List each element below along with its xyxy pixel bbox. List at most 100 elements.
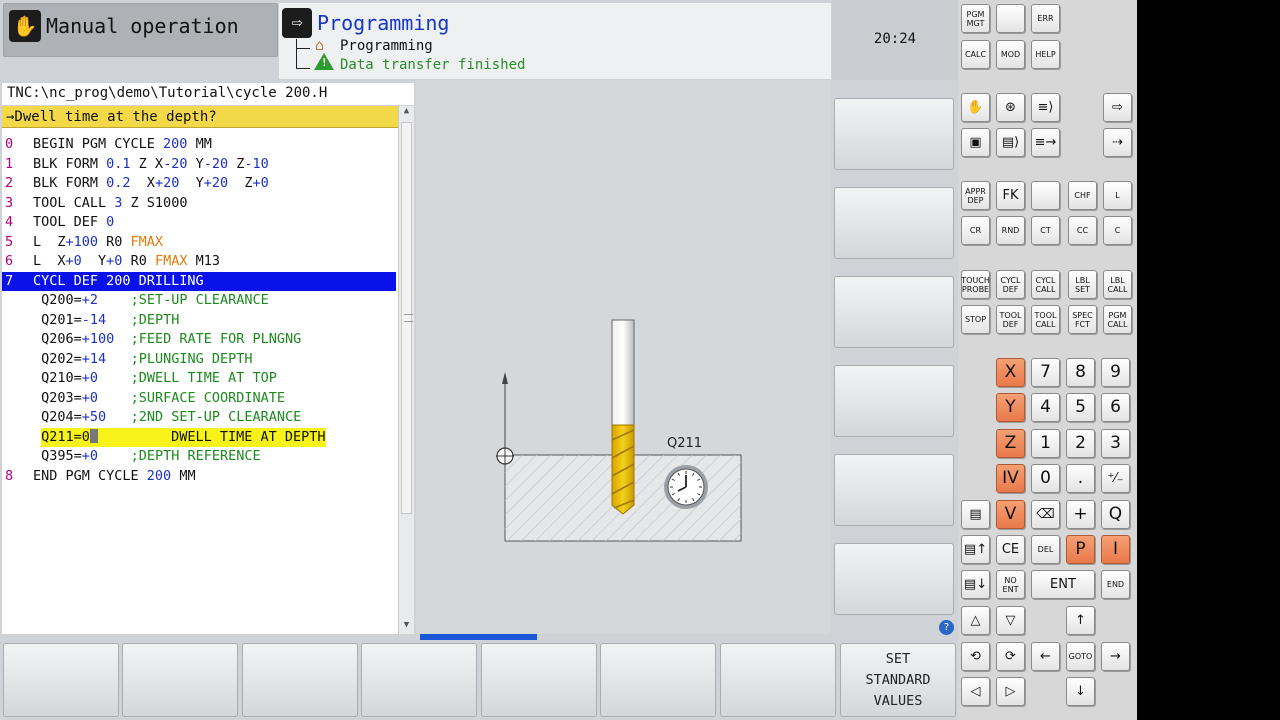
softkey-vertical-6[interactable] xyxy=(834,543,954,615)
q-param-key[interactable]: Q xyxy=(1101,500,1130,529)
softkey-vertical-3[interactable] xyxy=(834,276,954,348)
stop-key[interactable]: STOP xyxy=(961,305,990,334)
triangle-left-key-icon[interactable]: ◁ xyxy=(961,677,990,706)
program-line[interactable]: Q204=+50 ;2ND SET-UP CLEARANCE xyxy=(2,408,396,427)
manual-mode-key-icon[interactable]: ✋ xyxy=(961,93,990,122)
x-axis-key[interactable]: X xyxy=(996,358,1025,387)
scroll-down-icon[interactable]: ▼ xyxy=(399,620,414,634)
scroll-up-icon[interactable]: ▲ xyxy=(399,106,414,120)
goto-key[interactable]: GOTO xyxy=(1066,642,1095,671)
cycl-def-key[interactable]: CYCL DEF xyxy=(996,270,1025,299)
digit-1-key[interactable]: 1 xyxy=(1031,429,1060,458)
softkey-vertical-5[interactable] xyxy=(834,454,954,526)
program-line[interactable]: Q210=+0 ;DWELL TIME AT TOP xyxy=(2,369,396,388)
iv-axis-key[interactable]: IV xyxy=(996,464,1025,493)
digit-6-key[interactable]: 6 xyxy=(1101,393,1130,422)
lbl-call-key[interactable]: LBL CALL xyxy=(1103,270,1132,299)
incremental-i-key[interactable]: I xyxy=(1101,535,1130,564)
program-line-editing[interactable]: Q211=0 DWELL TIME AT DEPTH xyxy=(2,428,396,447)
test-run-key-icon[interactable]: ▣ xyxy=(961,128,990,157)
page-down-key-icon[interactable]: ▤↓ xyxy=(961,570,990,599)
rotate-right-key-icon[interactable]: ⟳ xyxy=(996,642,1025,671)
program-line[interactable]: 4 TOOL DEF 0 xyxy=(2,213,396,232)
ct-key[interactable]: CT xyxy=(1031,216,1060,245)
no-ent-key[interactable]: NO ENT xyxy=(996,570,1025,599)
mdi-key-icon[interactable]: ≡⟩ xyxy=(1031,93,1060,122)
softkey-4[interactable] xyxy=(361,643,477,717)
digit-7-key[interactable]: 7 xyxy=(1031,358,1060,387)
program-run-key-icon[interactable]: ⇢ xyxy=(1103,128,1132,157)
circle-key[interactable]: C xyxy=(1103,216,1132,245)
program-line[interactable]: Q201=-14 ;DEPTH xyxy=(2,311,396,330)
help-question-icon[interactable]: ? xyxy=(939,620,954,635)
polar-key[interactable]: P xyxy=(1066,535,1095,564)
decimal-point-key[interactable]: . xyxy=(1066,464,1095,493)
blank-key[interactable] xyxy=(1031,181,1060,210)
rnd-key[interactable]: RND xyxy=(996,216,1025,245)
program-line[interactable]: 3 TOOL CALL 3 Z S1000 xyxy=(2,194,396,213)
programming-key-icon[interactable]: ⇨ xyxy=(1103,93,1132,122)
digit-3-key[interactable]: 3 xyxy=(1101,429,1130,458)
lbl-set-key[interactable]: LBL SET xyxy=(1068,270,1097,299)
digit-0-key[interactable]: 0 xyxy=(1031,464,1060,493)
cr-key[interactable]: CR xyxy=(961,216,990,245)
incremental-key[interactable]: + xyxy=(1066,500,1095,529)
softkey-3[interactable] xyxy=(242,643,358,717)
programming-tab[interactable]: ⇨ Programming ⌂ Programming ! Data trans… xyxy=(279,3,831,79)
touch-probe-key[interactable]: TOUCH PROBE xyxy=(961,270,990,299)
softkey-5[interactable] xyxy=(481,643,597,717)
handwheel-key-icon[interactable]: ⊛ xyxy=(996,93,1025,122)
softkey-6[interactable] xyxy=(600,643,716,717)
spec-fct-key[interactable]: SPEC FCT xyxy=(1068,305,1097,334)
softkey-1[interactable] xyxy=(3,643,119,717)
appr-dep-key[interactable]: APPR DEP xyxy=(961,181,990,210)
softkey-vertical-1[interactable] xyxy=(834,98,954,170)
fk-key[interactable]: FK xyxy=(996,181,1025,210)
cycl-call-key[interactable]: CYCL CALL xyxy=(1031,270,1060,299)
backspace-key-icon[interactable]: ⌫ xyxy=(1031,500,1060,529)
digit-5-key[interactable]: 5 xyxy=(1066,393,1095,422)
triangle-up-key-icon[interactable]: △ xyxy=(961,606,990,635)
program-line[interactable]: Q200=+2 ;SET-UP CLEARANCE xyxy=(2,291,396,310)
manual-operation-tab[interactable]: ✋ Manual operation xyxy=(3,3,278,57)
triangle-down-key-icon[interactable]: ▽ xyxy=(996,606,1025,635)
pgm-call-key[interactable]: PGM CALL xyxy=(1103,305,1132,334)
sign-toggle-key[interactable]: ⁺⁄₋ xyxy=(1101,464,1130,493)
cc-key[interactable]: CC xyxy=(1068,216,1097,245)
tool-def-key[interactable]: TOOL DEF xyxy=(996,305,1025,334)
line-key[interactable]: L xyxy=(1103,181,1132,210)
blank-key[interactable] xyxy=(996,4,1025,33)
set-standard-values-softkey[interactable]: SET STANDARD VALUES xyxy=(840,643,956,717)
program-line[interactable]: 2 BLK FORM 0.2 X+20 Y+20 Z+0 xyxy=(2,174,396,193)
program-editor[interactable]: 0 BEGIN PGM CYCLE 200 MM 1 BLK FORM 0.1 Z … xyxy=(2,128,398,634)
mod-key[interactable]: MOD xyxy=(996,40,1025,69)
program-list-key-icon[interactable]: ▤ xyxy=(961,500,990,529)
help-key[interactable]: HELP xyxy=(1031,40,1060,69)
program-line[interactable]: Q206=+100 ;FEED RATE FOR PLNGNG xyxy=(2,330,396,349)
program-line[interactable]: Q395=+0 ;DEPTH REFERENCE xyxy=(2,447,396,466)
horizontal-scroll-indicator[interactable] xyxy=(420,634,537,640)
program-line[interactable]: Q202=+14 ;PLUNGING DEPTH xyxy=(2,350,396,369)
program-scrollbar[interactable]: ▲ ▼ xyxy=(398,106,414,634)
scroll-thumb[interactable] xyxy=(401,122,413,514)
ent-key[interactable]: ENT xyxy=(1031,570,1095,599)
end-key[interactable]: END xyxy=(1101,570,1130,599)
softkey-7[interactable] xyxy=(720,643,836,717)
tool-call-key[interactable]: TOOL CALL xyxy=(1031,305,1060,334)
arrow-down-key-icon[interactable]: ↓ xyxy=(1066,677,1095,706)
program-line-selected[interactable]: 7 CYCL DEF 200 DRILLING xyxy=(2,272,396,291)
program-line[interactable]: 6L X+0 Y+0 R0 FMAX M13 xyxy=(2,252,396,271)
program-line[interactable]: 8 END PGM CYCLE 200 MM xyxy=(2,467,396,486)
arrow-right-key-icon[interactable]: → xyxy=(1101,642,1130,671)
digit-8-key[interactable]: 8 xyxy=(1066,358,1095,387)
calc-key[interactable]: CALC xyxy=(961,40,990,69)
program-line[interactable]: 1 BLK FORM 0.1 Z X-20 Y-20 Z-10 xyxy=(2,155,396,174)
full-sequence-key-icon[interactable]: ≡→ xyxy=(1031,128,1060,157)
chf-key[interactable]: CHF xyxy=(1068,181,1097,210)
digit-4-key[interactable]: 4 xyxy=(1031,393,1060,422)
softkey-2[interactable] xyxy=(122,643,238,717)
ce-key[interactable]: CE xyxy=(996,535,1025,564)
z-axis-key[interactable]: Z xyxy=(996,429,1025,458)
v-axis-key[interactable]: V xyxy=(996,500,1025,529)
program-line[interactable]: 5L Z+100 R0 FMAX xyxy=(2,233,396,252)
